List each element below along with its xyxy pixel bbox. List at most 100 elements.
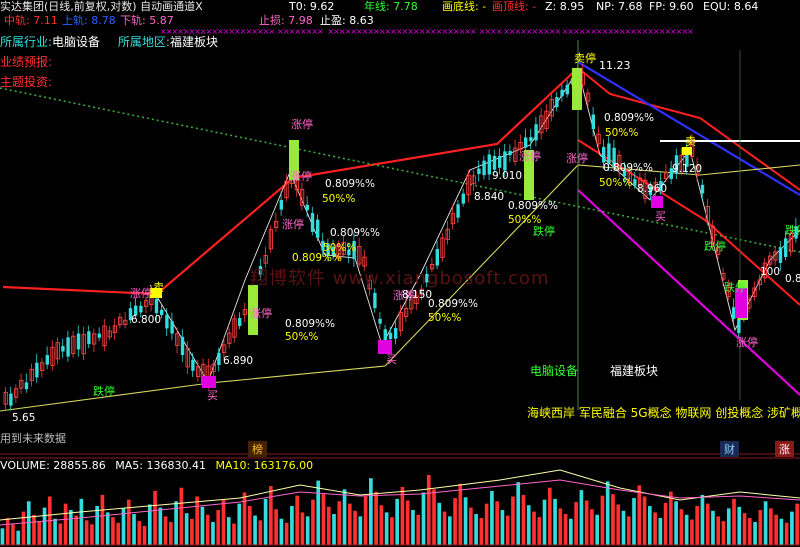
z-value: Z: 8.95 xyxy=(545,0,585,13)
volume-bar xyxy=(116,522,121,545)
limit-down-label: 跌停 xyxy=(704,240,726,253)
volume-bar xyxy=(158,507,163,545)
volume-bar xyxy=(758,510,763,545)
volume-bar xyxy=(479,517,484,545)
volume-bar xyxy=(269,486,273,545)
volume-bar xyxy=(369,478,373,545)
volume-header: VOLUME: 28855.86 MA5: 136830.41 MA10: 16… xyxy=(0,459,313,472)
volume-bar xyxy=(721,521,726,545)
volume-bar xyxy=(126,499,131,545)
volume-bar xyxy=(416,514,421,545)
volume-bar xyxy=(637,485,642,545)
yearline-value: 年线: 7.78 xyxy=(364,0,418,13)
equ-value: EQU: 8.64 xyxy=(703,0,759,13)
volume-bar xyxy=(305,516,310,545)
volume-bar xyxy=(74,515,78,545)
volume-bar xyxy=(21,511,26,545)
limit-up-label: 涨停 xyxy=(519,150,541,163)
limit-down-label: 跌停 xyxy=(785,224,800,237)
volume-bar xyxy=(516,482,521,545)
volume-bar xyxy=(184,513,189,545)
volume-bar xyxy=(11,524,15,545)
volume-bar xyxy=(137,521,142,545)
industry-value[interactable]: 电脑设备 xyxy=(52,35,100,49)
volume-bar xyxy=(421,492,426,545)
limit-up-label: 涨停 xyxy=(566,152,588,165)
board-region-label: 福建板块 xyxy=(610,364,659,378)
volume-bar xyxy=(547,487,552,545)
volume-bar xyxy=(521,494,526,545)
volume-bar xyxy=(211,521,215,545)
volume-bar xyxy=(384,512,389,545)
theme-line: 主题投资: xyxy=(0,75,53,89)
stop-loss: 止损: 7.98 xyxy=(259,14,313,27)
volume-bar xyxy=(426,475,431,545)
volume-bar xyxy=(342,489,347,545)
side-label: 0.8 xyxy=(785,273,800,285)
volume-bar xyxy=(542,499,547,545)
volume-bar xyxy=(374,491,378,545)
volume-bar xyxy=(300,512,305,545)
price-label: 8.150 xyxy=(402,289,433,301)
forecast-line: 业绩预报: xyxy=(0,55,53,69)
volume-bar xyxy=(37,521,42,545)
volume-bar xyxy=(726,508,731,545)
sell-label: 卖 xyxy=(685,135,696,148)
top-line-value: 画顶线: - xyxy=(492,0,537,13)
volume-bar xyxy=(484,503,489,545)
limit-up-label: 涨停 xyxy=(282,218,304,231)
fib-label: 0.809%% xyxy=(428,298,479,310)
volume-bar xyxy=(337,501,342,545)
region-value[interactable]: 福建板块 xyxy=(170,35,218,49)
price-label: 9.010 xyxy=(492,170,523,182)
volume-bar xyxy=(537,517,542,545)
limit-up-label: 涨停 xyxy=(290,170,312,183)
volume-bar xyxy=(774,514,778,545)
volume-bar xyxy=(684,514,689,545)
fib-label: 0.809%% xyxy=(330,227,381,239)
volume-bar xyxy=(579,490,584,545)
volume-bar xyxy=(163,516,168,545)
candlesticks xyxy=(3,64,798,411)
volume-bar xyxy=(379,505,384,545)
volume-bar xyxy=(105,512,110,545)
zigzag-lines xyxy=(149,69,800,384)
volume-bar xyxy=(311,499,315,545)
np-value: NP: 7.68 xyxy=(596,0,643,13)
volume-bar xyxy=(695,506,699,545)
volume-bar xyxy=(495,501,499,545)
fib-label: 0.809%% xyxy=(603,162,654,174)
volume-bar xyxy=(732,498,736,545)
volume-bar xyxy=(463,497,468,545)
volume-bar xyxy=(432,489,436,545)
volume-bar xyxy=(232,523,236,545)
fp-value: FP: 9.60 xyxy=(649,0,694,13)
list-marker[interactable]: 榜 xyxy=(248,441,267,457)
volume-bar xyxy=(453,498,457,545)
finance-marker[interactable]: 财 xyxy=(720,441,739,457)
volume-bar xyxy=(532,511,536,545)
industry-prefix: 所属行业: xyxy=(0,35,53,49)
volume-bar xyxy=(242,492,247,545)
fib-label: 50%% xyxy=(508,214,542,226)
volume-bar xyxy=(69,510,73,545)
volume-bar xyxy=(574,502,578,545)
volume-bar xyxy=(5,517,10,545)
volume-bar xyxy=(790,511,794,545)
price-label: 9.120 xyxy=(672,163,703,175)
volume-bar xyxy=(711,510,715,545)
volume-bar xyxy=(169,521,173,545)
volume-bar xyxy=(100,494,105,545)
volume-bar xyxy=(321,494,326,545)
volume-bar xyxy=(290,506,294,545)
volume-bar xyxy=(674,501,678,545)
volume-bar xyxy=(53,518,57,545)
volume-bar xyxy=(405,500,410,545)
volume-bar xyxy=(747,517,752,545)
volume-bar xyxy=(90,524,94,545)
lower-track: 下轨: 5.87 xyxy=(120,14,174,27)
rise-marker[interactable]: 涨 xyxy=(775,441,794,457)
board-industry-label: 电脑设备 xyxy=(530,364,579,378)
t0-value: T0: 9.62 xyxy=(289,0,335,13)
price-label: 8.960 xyxy=(637,183,668,195)
